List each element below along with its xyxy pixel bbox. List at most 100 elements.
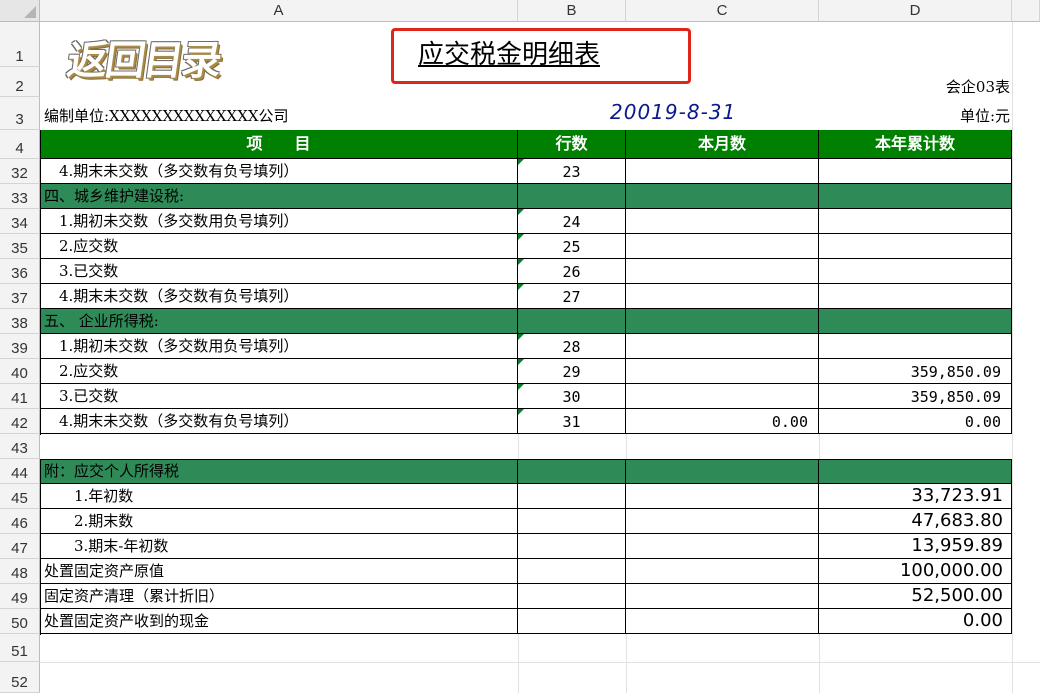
table-row-ytd[interactable] bbox=[819, 209, 1012, 234]
table-row-item[interactable]: 3.已交数 bbox=[40, 384, 518, 409]
table-row-line[interactable]: 23 bbox=[518, 159, 626, 184]
table-row-month[interactable] bbox=[626, 209, 819, 234]
appendix-row-empty[interactable] bbox=[626, 459, 819, 484]
table-row-line[interactable] bbox=[518, 309, 626, 334]
header-item[interactable]: 项 目 bbox=[40, 130, 518, 159]
appendix-row-value[interactable]: 33,723.91 bbox=[819, 484, 1012, 509]
row-header[interactable]: 50 bbox=[0, 609, 40, 634]
row-header[interactable]: 42 bbox=[0, 409, 40, 434]
appendix-row-empty[interactable] bbox=[626, 584, 819, 609]
table-row-ytd[interactable] bbox=[819, 159, 1012, 184]
appendix-row-value[interactable]: 13,959.89 bbox=[819, 534, 1012, 559]
table-row-month[interactable] bbox=[626, 234, 819, 259]
appendix-row-empty[interactable] bbox=[626, 559, 819, 584]
appendix-row-item[interactable]: 附：应交个人所得税 bbox=[40, 459, 518, 484]
table-row-month[interactable] bbox=[626, 359, 819, 384]
table-row-item[interactable]: 4.期末未交数（多交数有负号填列） bbox=[40, 284, 518, 309]
table-row-item[interactable]: 3.已交数 bbox=[40, 259, 518, 284]
table-row-month[interactable] bbox=[626, 159, 819, 184]
table-row-ytd[interactable] bbox=[819, 234, 1012, 259]
table-row-item[interactable]: 2.应交数 bbox=[40, 234, 518, 259]
row-header[interactable]: 41 bbox=[0, 384, 40, 409]
appendix-row-empty[interactable] bbox=[626, 534, 819, 559]
table-row-item[interactable]: 四、城乡维护建设税: bbox=[40, 184, 518, 209]
header-month[interactable]: 本月数 bbox=[626, 130, 819, 159]
row-header[interactable]: 32 bbox=[0, 159, 40, 184]
table-row-ytd[interactable] bbox=[819, 184, 1012, 209]
row-header[interactable]: 38 bbox=[0, 309, 40, 334]
appendix-row-item[interactable]: 1.年初数 bbox=[40, 484, 518, 509]
row-header[interactable]: 46 bbox=[0, 509, 40, 534]
appendix-row-item[interactable]: 2.期末数 bbox=[40, 509, 518, 534]
table-row-month[interactable] bbox=[626, 334, 819, 359]
row-header[interactable]: 52 bbox=[0, 662, 40, 693]
row-header[interactable]: 47 bbox=[0, 534, 40, 559]
table-row-item[interactable]: 4.期末未交数（多交数有负号填列） bbox=[40, 159, 518, 184]
row-header[interactable]: 33 bbox=[0, 184, 40, 209]
table-row-item[interactable]: 五、 企业所得税: bbox=[40, 309, 518, 334]
appendix-row-value[interactable]: 0.00 bbox=[819, 609, 1012, 634]
column-header-b[interactable]: B bbox=[518, 0, 626, 22]
row-header[interactable]: 2 bbox=[0, 67, 40, 97]
appendix-row-value[interactable]: 100,000.00 bbox=[819, 559, 1012, 584]
column-header-d[interactable]: D bbox=[819, 0, 1012, 22]
table-row-item[interactable]: 2.应交数 bbox=[40, 359, 518, 384]
row-header[interactable]: 35 bbox=[0, 234, 40, 259]
appendix-row-empty[interactable] bbox=[518, 559, 626, 584]
table-row-ytd[interactable] bbox=[819, 309, 1012, 334]
appendix-row-empty[interactable] bbox=[518, 459, 626, 484]
row-header[interactable]: 40 bbox=[0, 359, 40, 384]
header-ytd[interactable]: 本年累计数 bbox=[819, 130, 1012, 159]
row-header[interactable]: 45 bbox=[0, 484, 40, 509]
appendix-row-item[interactable]: 处置固定资产收到的现金 bbox=[40, 609, 518, 634]
appendix-row-empty[interactable] bbox=[626, 609, 819, 634]
column-header-a[interactable]: A bbox=[40, 0, 518, 22]
table-row-line[interactable]: 29 bbox=[518, 359, 626, 384]
row-header[interactable]: 34 bbox=[0, 209, 40, 234]
column-header-e[interactable] bbox=[1012, 0, 1040, 22]
table-row-month[interactable] bbox=[626, 284, 819, 309]
appendix-row-value[interactable]: 52,500.00 bbox=[819, 584, 1012, 609]
table-row-line[interactable]: 31 bbox=[518, 409, 626, 434]
table-row-item[interactable]: 4.期末未交数（多交数有负号填列） bbox=[40, 409, 518, 434]
table-row-line[interactable]: 25 bbox=[518, 234, 626, 259]
appendix-row-value[interactable] bbox=[819, 459, 1012, 484]
row-header[interactable]: 44 bbox=[0, 459, 40, 484]
select-all-corner[interactable] bbox=[0, 0, 40, 22]
appendix-row-empty[interactable] bbox=[518, 609, 626, 634]
table-row-ytd[interactable] bbox=[819, 334, 1012, 359]
appendix-row-item[interactable]: 3.期末-年初数 bbox=[40, 534, 518, 559]
table-row-line[interactable]: 24 bbox=[518, 209, 626, 234]
header-line[interactable]: 行数 bbox=[518, 130, 626, 159]
appendix-row-empty[interactable] bbox=[626, 484, 819, 509]
table-row-ytd[interactable]: 0.00 bbox=[819, 409, 1012, 434]
row-header[interactable]: 39 bbox=[0, 334, 40, 359]
row-header[interactable]: 1 bbox=[0, 22, 40, 67]
appendix-row-value[interactable]: 47,683.80 bbox=[819, 509, 1012, 534]
table-row-line[interactable]: 27 bbox=[518, 284, 626, 309]
row-header[interactable]: 49 bbox=[0, 584, 40, 609]
table-row-month[interactable] bbox=[626, 384, 819, 409]
table-row-item[interactable]: 1.期初未交数（多交数用负号填列） bbox=[40, 209, 518, 234]
row-header[interactable]: 37 bbox=[0, 284, 40, 309]
table-row-month[interactable] bbox=[626, 184, 819, 209]
table-row-item[interactable]: 1.期初未交数（多交数用负号填列） bbox=[40, 334, 518, 359]
table-row-ytd[interactable] bbox=[819, 284, 1012, 309]
appendix-row-empty[interactable] bbox=[518, 534, 626, 559]
table-row-month[interactable]: 0.00 bbox=[626, 409, 819, 434]
table-row-ytd[interactable]: 359,850.09 bbox=[819, 384, 1012, 409]
appendix-row-empty[interactable] bbox=[626, 509, 819, 534]
row-header[interactable]: 3 bbox=[0, 97, 40, 130]
appendix-row-empty[interactable] bbox=[518, 484, 626, 509]
table-row-ytd[interactable]: 359,850.09 bbox=[819, 359, 1012, 384]
row-header[interactable]: 43 bbox=[0, 434, 40, 459]
table-row-line[interactable]: 26 bbox=[518, 259, 626, 284]
table-row-line[interactable] bbox=[518, 184, 626, 209]
table-row-ytd[interactable] bbox=[819, 259, 1012, 284]
appendix-row-item[interactable]: 固定资产清理（累计折旧） bbox=[40, 584, 518, 609]
row-header[interactable]: 48 bbox=[0, 559, 40, 584]
table-row-month[interactable] bbox=[626, 259, 819, 284]
back-to-contents-link[interactable]: 返回目录 bbox=[64, 28, 224, 86]
table-row-line[interactable]: 30 bbox=[518, 384, 626, 409]
table-row-month[interactable] bbox=[626, 309, 819, 334]
